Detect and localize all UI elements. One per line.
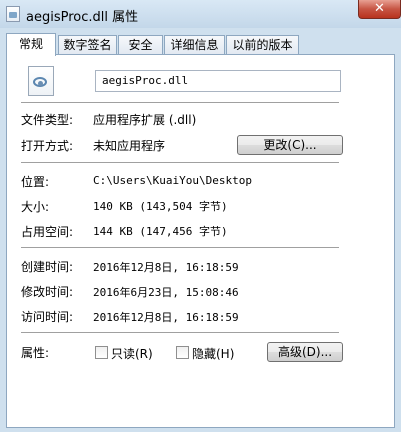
separator xyxy=(21,332,339,334)
created-label: 创建时间: xyxy=(21,260,74,274)
general-panel: aegisProc.dll 文件类型: 应用程序扩展 (.dll) 打开方式: … xyxy=(6,54,395,428)
modified-value: 2016年6月23日, 15:08:46 xyxy=(93,286,239,299)
opens-with-label: 打开方式: xyxy=(21,139,74,153)
file-icon xyxy=(6,6,20,22)
hidden-checkbox[interactable] xyxy=(176,346,189,359)
close-button[interactable]: ✕ xyxy=(358,0,401,19)
tab-previous-versions[interactable]: 以前的版本 xyxy=(226,35,299,55)
file-type-label: 文件类型: xyxy=(21,113,74,127)
separator xyxy=(21,247,339,249)
readonly-label[interactable]: 只读(R) xyxy=(111,345,153,362)
separator xyxy=(21,162,339,164)
tab-digital-signatures[interactable]: 数字签名 xyxy=(58,35,117,55)
file-type-value: 应用程序扩展 (.dll) xyxy=(93,113,197,127)
tab-details[interactable]: 详细信息 xyxy=(164,35,225,55)
close-icon: ✕ xyxy=(374,1,385,16)
accessed-value: 2016年12月8日, 16:18:59 xyxy=(93,311,239,324)
accessed-label: 访问时间: xyxy=(21,310,74,324)
opens-with-value: 未知应用程序 xyxy=(93,139,166,153)
size-value: 140 KB (143,504 字节) xyxy=(93,200,228,213)
modified-label: 修改时间: xyxy=(21,285,74,299)
window-title: aegisProc.dll 属性 xyxy=(26,10,139,25)
advanced-button[interactable]: 高级(D)... xyxy=(267,342,343,362)
hidden-label[interactable]: 隐藏(H) xyxy=(192,345,234,362)
change-button[interactable]: 更改(C)... xyxy=(237,135,343,155)
tab-security[interactable]: 安全 xyxy=(118,35,163,55)
size-on-disk-label: 占用空间: xyxy=(21,225,74,239)
file-name-input[interactable]: aegisProc.dll xyxy=(95,70,341,92)
created-value: 2016年12月8日, 16:18:59 xyxy=(93,261,239,274)
title-bar: aegisProc.dll 属性 ✕ xyxy=(0,0,401,28)
dll-file-icon xyxy=(28,66,54,96)
separator xyxy=(21,102,339,104)
readonly-checkbox[interactable] xyxy=(95,346,108,359)
tab-bar: 常规 数字签名 安全 详细信息 以前的版本 xyxy=(6,33,396,56)
size-on-disk-value: 144 KB (147,456 字节) xyxy=(93,225,228,238)
location-value: C:\Users\KuaiYou\Desktop xyxy=(93,174,252,187)
size-label: 大小: xyxy=(21,200,50,214)
location-label: 位置: xyxy=(21,175,50,189)
tab-general[interactable]: 常规 xyxy=(6,33,56,56)
attributes-label: 属性: xyxy=(21,346,50,360)
